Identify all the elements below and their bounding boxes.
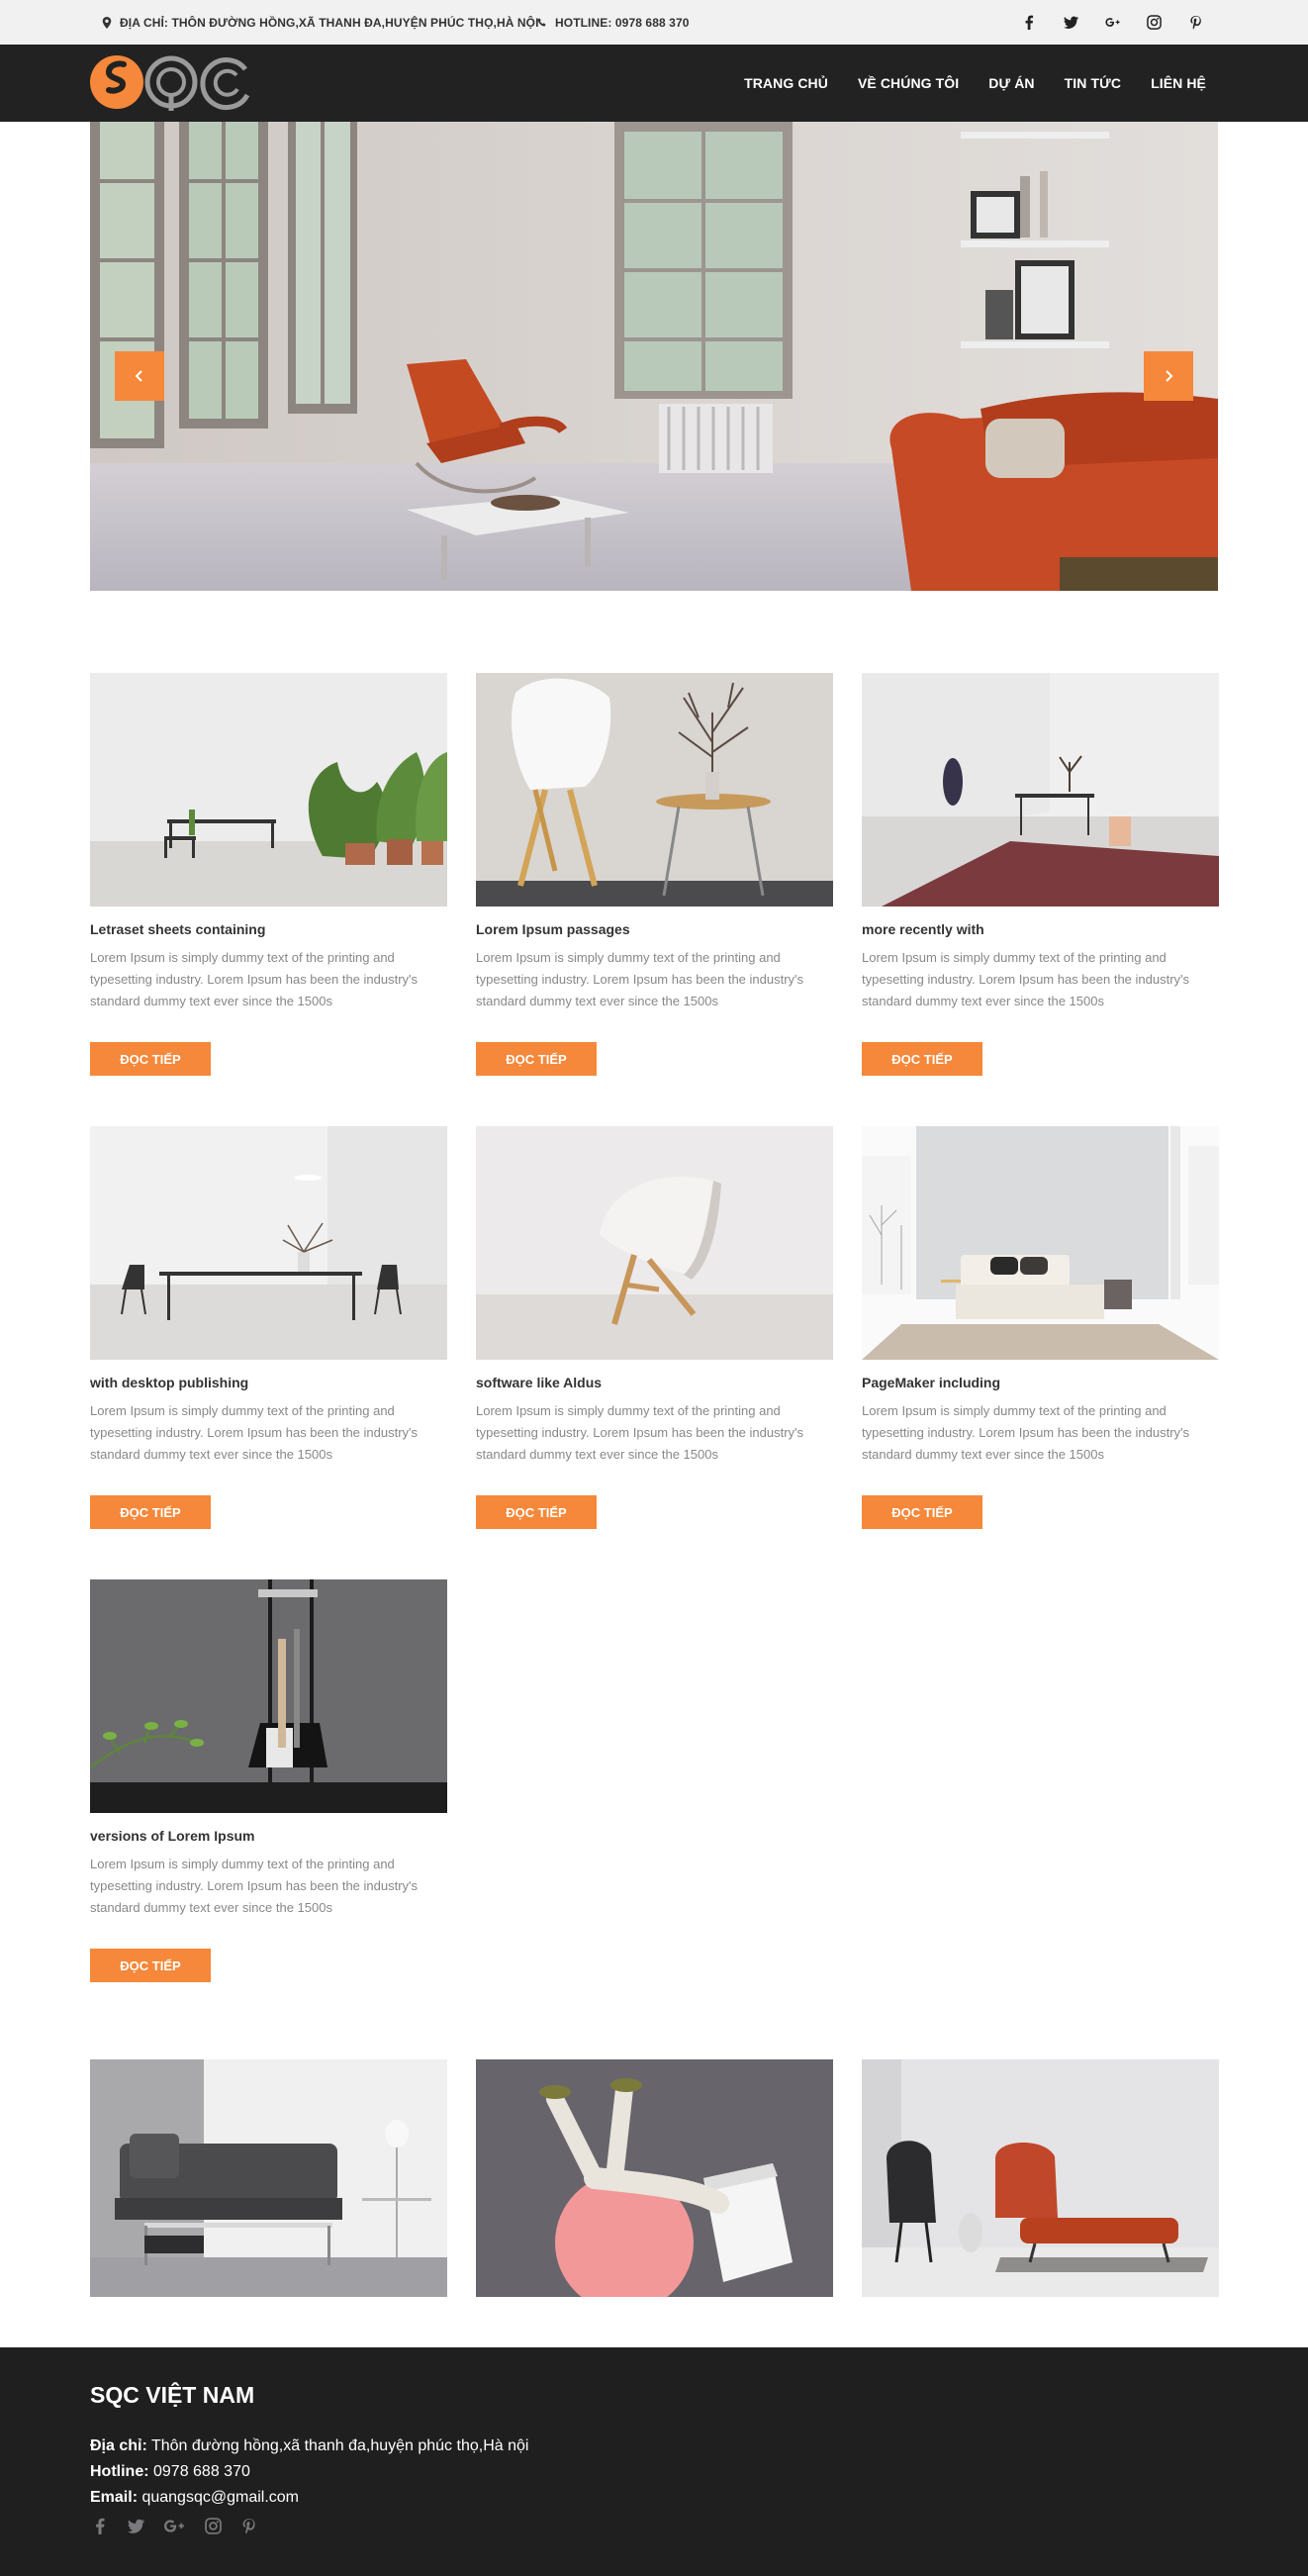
project-image[interactable] — [862, 673, 1219, 906]
project-image[interactable] — [90, 1126, 447, 1360]
footer-email-value[interactable]: quangsqc@gmail.com — [138, 2489, 299, 2506]
gallery-image[interactable] — [90, 2059, 447, 2297]
project-image[interactable] — [476, 1126, 833, 1360]
chevron-right-icon — [1166, 370, 1173, 382]
map-marker-icon — [102, 16, 112, 29]
slider-next-button[interactable] — [1144, 351, 1193, 401]
project-image[interactable] — [90, 673, 447, 906]
nav-about[interactable]: VỀ CHÚNG TÔI — [858, 75, 959, 91]
footer-email: Email: quangsqc@gmail.com — [90, 2489, 299, 2507]
sqc-logo[interactable] — [89, 51, 253, 113]
top-bar: ĐỊA CHỈ: THÔN ĐƯỜNG HỒNG,XÃ THANH ĐA,HUY… — [0, 0, 1308, 45]
slider-image — [90, 122, 1218, 591]
chevron-left-icon — [135, 370, 142, 382]
project-title[interactable]: software like Aldus — [476, 1374, 833, 1391]
footer-hotline-label: Hotline: — [90, 2463, 149, 2480]
top-social-links — [1008, 0, 1216, 45]
footer-social-links — [90, 2516, 258, 2535]
read-more-button[interactable]: ĐỌC TIẾP — [90, 1495, 211, 1529]
project-title[interactable]: PageMaker including — [862, 1374, 1219, 1391]
project-card: software like Aldus Lorem Ipsum is simpl… — [476, 1126, 833, 1529]
hero-slider — [90, 122, 1218, 591]
project-description: Lorem Ipsum is simply dummy text of the … — [90, 950, 419, 1008]
project-image[interactable] — [862, 1126, 1219, 1360]
facebook-icon[interactable] — [1008, 0, 1050, 45]
read-more-button[interactable]: ĐỌC TIẾP — [476, 1042, 597, 1076]
project-description: Lorem Ipsum is simply dummy text of the … — [862, 1403, 1190, 1462]
project-title[interactable]: Lorem Ipsum passages — [476, 920, 833, 938]
project-description: Lorem Ipsum is simply dummy text of the … — [90, 1857, 419, 1915]
read-more-button[interactable]: ĐỌC TIẾP — [476, 1495, 597, 1529]
instagram-icon[interactable] — [203, 2516, 223, 2535]
project-card: versions of Lorem Ipsum Lorem Ipsum is s… — [90, 1579, 447, 1982]
address-info: ĐỊA CHỈ: THÔN ĐƯỜNG HỒNG,XÃ THANH ĐA,HUY… — [102, 0, 539, 45]
project-description: Lorem Ipsum is simply dummy text of the … — [476, 950, 804, 1008]
nav-contact[interactable]: LIÊN HỆ — [1151, 75, 1206, 91]
read-more-button[interactable]: ĐỌC TIẾP — [862, 1495, 982, 1529]
facebook-icon[interactable] — [90, 2516, 110, 2535]
project-image[interactable] — [476, 673, 833, 906]
gallery-image[interactable] — [862, 2059, 1219, 2297]
address-text: ĐỊA CHỈ: THÔN ĐƯỜNG HỒNG,XÃ THANH ĐA,HUY… — [120, 15, 539, 30]
site-header: TRANG CHỦ VỀ CHÚNG TÔI DỰ ÁN TIN TỨC LIÊ… — [0, 45, 1308, 122]
footer-address-value: Thôn đường hồng,xã thanh đa,huyện phúc t… — [146, 2437, 529, 2454]
pinterest-icon[interactable] — [1174, 0, 1216, 45]
project-description: Lorem Ipsum is simply dummy text of the … — [476, 1403, 804, 1462]
slider-prev-button[interactable] — [115, 351, 164, 401]
project-title[interactable]: more recently with — [862, 920, 1219, 938]
footer-address-label: Địa chỉ: — [90, 2437, 147, 2454]
google-plus-icon[interactable] — [161, 2516, 187, 2535]
project-title[interactable]: versions of Lorem Ipsum — [90, 1827, 447, 1845]
read-more-button[interactable]: ĐỌC TIẾP — [90, 1042, 211, 1076]
gallery-image[interactable] — [476, 2059, 833, 2297]
twitter-icon[interactable] — [1050, 0, 1091, 45]
instagram-icon[interactable] — [1133, 0, 1174, 45]
project-image[interactable] — [90, 1579, 447, 1813]
footer-address: Địa chỉ: Thôn đường hồng,xã thanh đa,huy… — [90, 2437, 528, 2455]
hotline-text: HOTLINE: 0978 688 370 — [555, 15, 690, 30]
project-card: more recently with Lorem Ipsum is simply… — [862, 673, 1219, 1076]
google-plus-icon[interactable] — [1091, 0, 1133, 45]
project-card: Letraset sheets containing Lorem Ipsum i… — [90, 673, 447, 1076]
footer-email-label: Email: — [90, 2489, 139, 2506]
footer-company-name: SQC VIỆT NAM — [90, 2382, 255, 2408]
footer-hotline: Hotline: 0978 688 370 — [90, 2463, 250, 2481]
project-card: Lorem Ipsum passages Lorem Ipsum is simp… — [476, 673, 833, 1076]
project-title[interactable]: with desktop publishing — [90, 1374, 447, 1391]
project-card: with desktop publishing Lorem Ipsum is s… — [90, 1126, 447, 1529]
nav-projects[interactable]: DỰ ÁN — [988, 75, 1034, 91]
project-title[interactable]: Letraset sheets containing — [90, 920, 447, 938]
project-card: PageMaker including Lorem Ipsum is simpl… — [862, 1126, 1219, 1529]
project-description: Lorem Ipsum is simply dummy text of the … — [862, 950, 1190, 1008]
nav-news[interactable]: TIN TỨC — [1065, 75, 1121, 91]
main-nav: TRANG CHỦ VỀ CHÚNG TÔI DỰ ÁN TIN TỨC LIÊ… — [714, 45, 1206, 122]
footer-hotline-value: 0978 688 370 — [148, 2463, 250, 2480]
hotline-info: HOTLINE: 0978 688 370 — [537, 0, 690, 45]
project-description: Lorem Ipsum is simply dummy text of the … — [90, 1403, 419, 1462]
twitter-icon[interactable] — [126, 2516, 145, 2535]
read-more-button[interactable]: ĐỌC TIẾP — [90, 1949, 211, 1982]
pinterest-icon[interactable] — [238, 2516, 258, 2535]
read-more-button[interactable]: ĐỌC TIẾP — [862, 1042, 982, 1076]
phone-icon — [537, 17, 546, 27]
site-footer: SQC VIỆT NAM Địa chỉ: Thôn đường hồng,xã… — [0, 2347, 1308, 2576]
nav-home[interactable]: TRANG CHỦ — [744, 75, 828, 91]
